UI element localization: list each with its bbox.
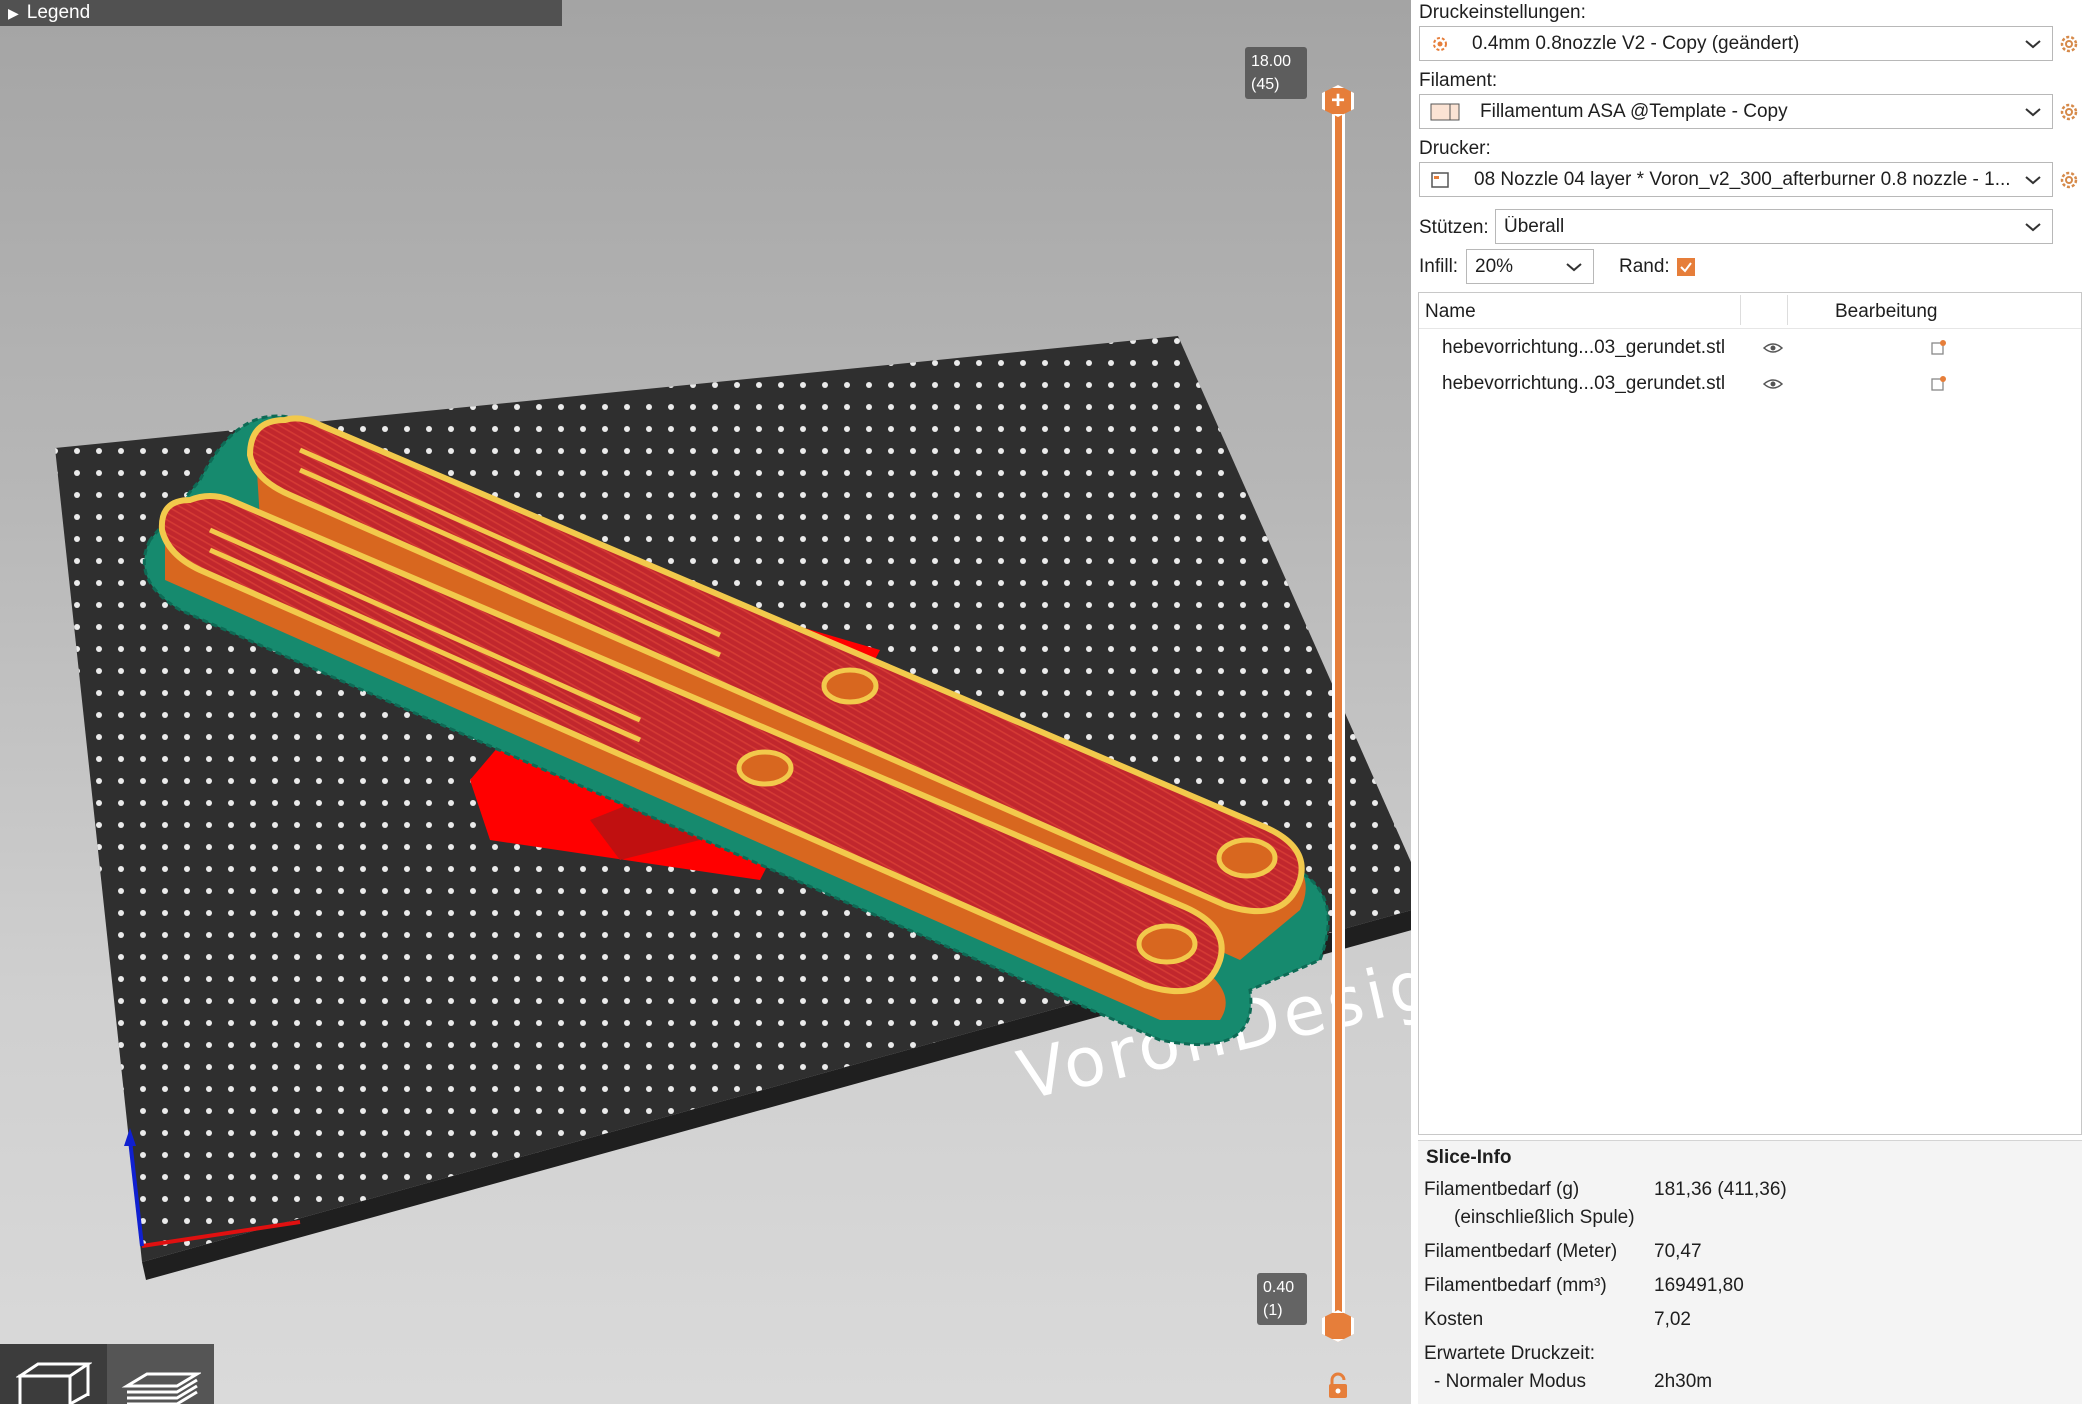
column-header-name[interactable]: Name bbox=[1425, 301, 1476, 323]
filament-label: Filament: bbox=[1419, 70, 1498, 91]
slice-info-value: 7,02 bbox=[1654, 1309, 1691, 1330]
gear-icon[interactable] bbox=[2059, 170, 2079, 190]
filament-select[interactable]: Fillamentum ASA @Template - Copy bbox=[1419, 94, 2053, 129]
plus-icon: + bbox=[1330, 87, 1345, 114]
chevron-down-icon bbox=[1566, 262, 1582, 271]
edit-icon[interactable] bbox=[1931, 375, 1947, 391]
supports-select[interactable]: Überall bbox=[1495, 209, 2053, 244]
slice-info-key: Filamentbedarf (mm³) bbox=[1424, 1275, 1607, 1296]
3d-view-button[interactable] bbox=[0, 1344, 107, 1404]
object-list: Name Bearbeitung hebevorrichtung...03_ge… bbox=[1418, 292, 2082, 1135]
edit-icon[interactable] bbox=[1931, 339, 1947, 355]
printer-label: Drucker: bbox=[1419, 138, 1491, 159]
layers-view-button[interactable] bbox=[107, 1344, 214, 1404]
3d-view-icon bbox=[15, 1362, 92, 1404]
filament-color-swatch bbox=[1430, 103, 1460, 120]
chevron-down-icon bbox=[2025, 175, 2041, 184]
column-header-edit[interactable]: Bearbeitung bbox=[1835, 301, 1937, 323]
lock-icon[interactable] bbox=[1326, 1372, 1350, 1400]
gear-icon[interactable] bbox=[2059, 34, 2079, 54]
slice-info-key: - Normaler Modus bbox=[1434, 1371, 1587, 1392]
infill-value: 20% bbox=[1475, 255, 1514, 277]
print-preview-scene[interactable]: VoronDesign bbox=[0, 0, 1411, 1404]
supports-label: Stützen: bbox=[1419, 217, 1489, 238]
top-layer-label: 18.00 (45) bbox=[1245, 47, 1307, 99]
slice-info-value: 169491,80 bbox=[1654, 1275, 1744, 1296]
print-settings-select[interactable]: 0.4mm 0.8nozzle V2 - Copy (geändert) bbox=[1419, 26, 2053, 61]
gear-icon[interactable] bbox=[2059, 102, 2079, 122]
expand-triangle-icon: ▶ bbox=[8, 5, 19, 21]
view-mode-toolbar bbox=[0, 1344, 214, 1404]
chevron-down-icon bbox=[2025, 107, 2041, 116]
slice-info-panel: Slice-Info Filamentbedarf (g) 181,36 (41… bbox=[1418, 1140, 2082, 1404]
slice-info-value: 2h30m bbox=[1654, 1371, 1713, 1392]
slice-info-key: Kosten bbox=[1424, 1309, 1484, 1330]
print-settings-icon bbox=[1433, 36, 1447, 51]
top-layer-number: (45) bbox=[1251, 76, 1280, 93]
print-settings-label: Druckeinstellungen: bbox=[1419, 2, 1586, 23]
3d-viewport[interactable]: VoronDesign bbox=[0, 0, 1411, 1404]
object-row[interactable]: hebevorrichtung...03_gerundet.stl bbox=[1419, 367, 2081, 401]
infill-select[interactable]: 20% bbox=[1466, 249, 1594, 284]
slice-info-key: (einschließlich Spule) bbox=[1454, 1207, 1635, 1228]
slice-info-key: Filamentbedarf (Meter) bbox=[1424, 1241, 1618, 1262]
slice-info-value: 181,36 (411,36) bbox=[1654, 1179, 1787, 1200]
legend-toggle[interactable]: ▶ Legend bbox=[0, 0, 562, 26]
layer-slider-track[interactable] bbox=[1332, 100, 1345, 1326]
infill-label: Infill: bbox=[1419, 256, 1459, 277]
object-name: hebevorrichtung...03_gerundet.stl bbox=[1442, 337, 1726, 358]
object-list-header: Name Bearbeitung bbox=[1419, 293, 2081, 329]
printer-value: 08 Nozzle 04 layer * Voron_v2_300_afterb… bbox=[1474, 168, 2011, 190]
slice-info-key: Filamentbedarf (g) bbox=[1424, 1179, 1580, 1200]
legend-label: Legend bbox=[26, 2, 91, 23]
eye-icon[interactable] bbox=[1763, 377, 1783, 391]
bottom-layer-label: 0.40 (1) bbox=[1257, 1273, 1307, 1325]
chevron-down-icon bbox=[2025, 222, 2041, 231]
top-layer-height: 18.00 bbox=[1251, 53, 1292, 70]
printer-select[interactable]: 08 Nozzle 04 layer * Voron_v2_300_afterb… bbox=[1419, 162, 2053, 197]
eye-icon[interactable] bbox=[1763, 341, 1783, 355]
bottom-layer-height: 0.40 bbox=[1263, 1279, 1295, 1296]
slice-info-value: 70,47 bbox=[1654, 1241, 1702, 1262]
supports-value: Überall bbox=[1504, 215, 1565, 237]
bottom-layer-number: (1) bbox=[1263, 1302, 1283, 1319]
slice-info-title: Slice-Info bbox=[1426, 1147, 1512, 1168]
object-row[interactable]: hebevorrichtung...03_gerundet.stl bbox=[1419, 331, 2081, 365]
brim-label: Rand: bbox=[1619, 256, 1670, 277]
settings-panel: Druckeinstellungen: 0.4mm 0.8nozzle V2 -… bbox=[1411, 0, 2082, 1404]
slice-info-key: Erwartete Druckzeit: bbox=[1424, 1343, 1596, 1364]
object-name: hebevorrichtung...03_gerundet.stl bbox=[1442, 373, 1726, 394]
chevron-down-icon bbox=[2025, 39, 2041, 48]
printer-icon bbox=[1431, 171, 1449, 188]
brim-checkbox[interactable] bbox=[1677, 258, 1695, 276]
filament-value: Fillamentum ASA @Template - Copy bbox=[1480, 100, 1788, 122]
print-settings-value: 0.4mm 0.8nozzle V2 - Copy (geändert) bbox=[1472, 32, 1800, 54]
layers-view-icon bbox=[121, 1372, 201, 1404]
